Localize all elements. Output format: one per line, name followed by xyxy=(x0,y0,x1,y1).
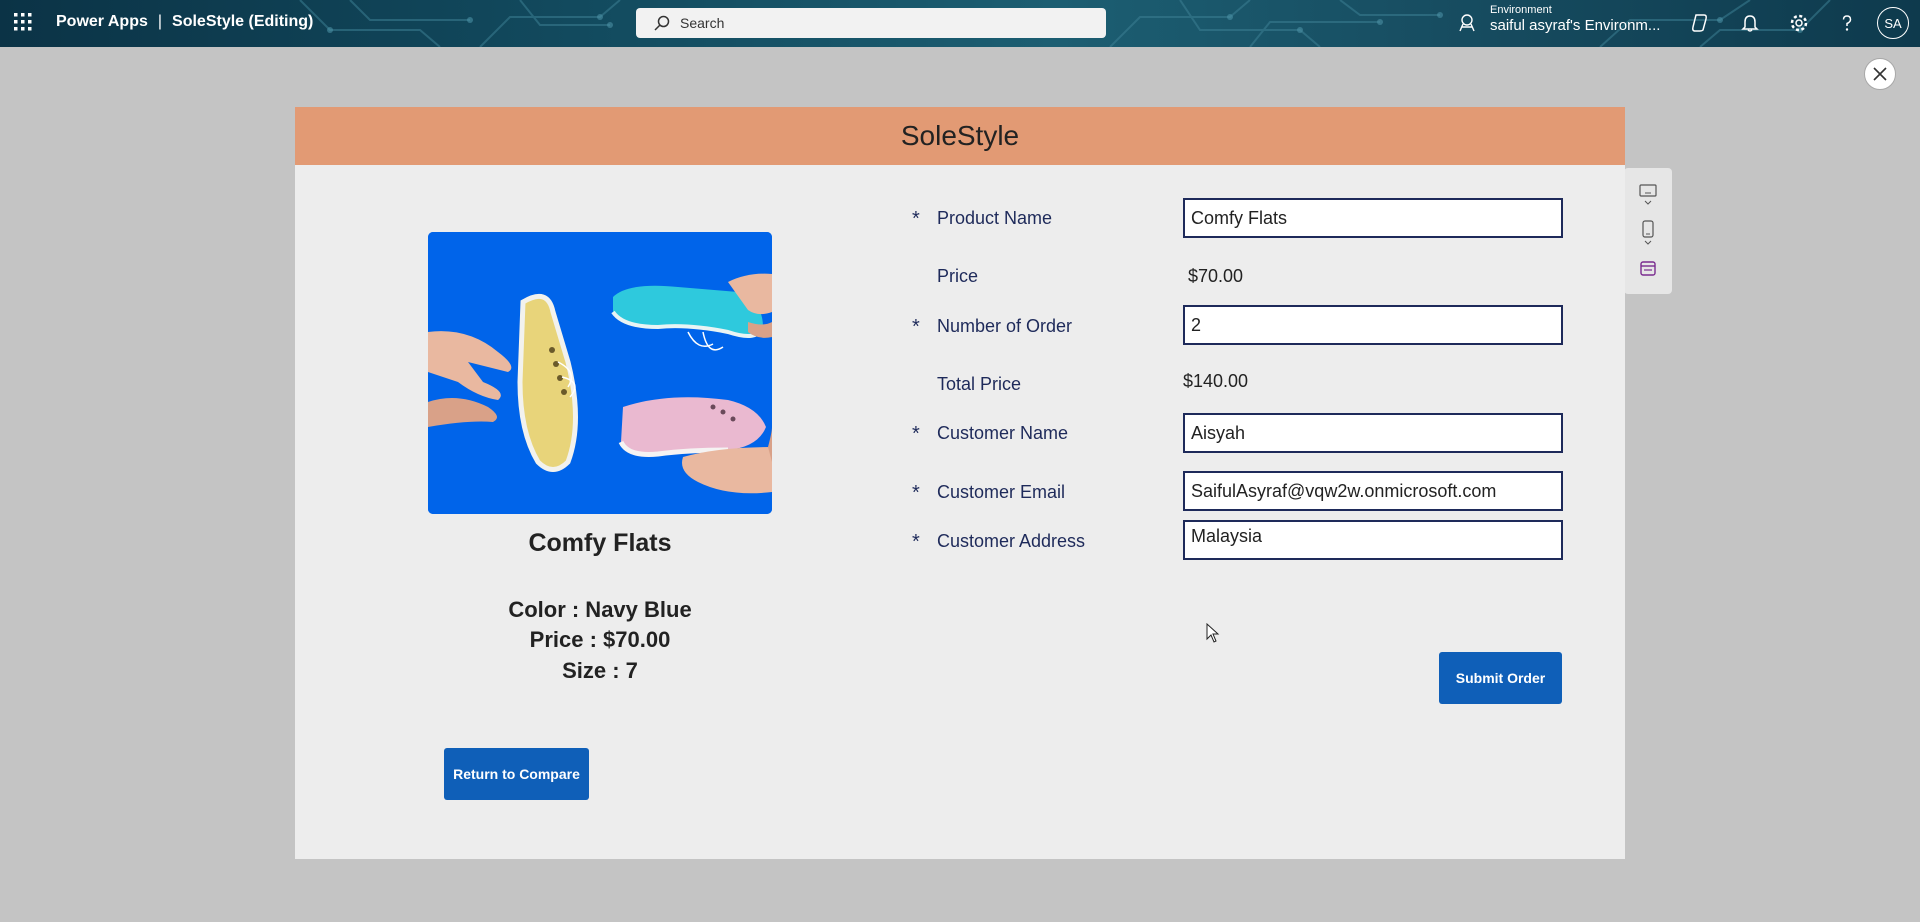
customer-address-label: Customer Address xyxy=(937,531,1086,551)
web-view-icon[interactable] xyxy=(1638,260,1658,278)
required-marker: * xyxy=(912,482,920,504)
settings-icon[interactable] xyxy=(1789,13,1809,33)
required-marker: * xyxy=(912,208,920,230)
notifications-icon[interactable] xyxy=(1740,13,1760,33)
total-price-label: Total Price xyxy=(937,374,1022,394)
order-count-label: Number of Order xyxy=(937,316,1073,336)
product-name-label: Product Name xyxy=(937,208,1053,228)
product-price: Price : $70.00 xyxy=(529,627,671,652)
return-to-compare-button[interactable]: Return to Compare xyxy=(444,748,589,800)
shoes-photo xyxy=(428,232,772,514)
customer-email-field[interactable] xyxy=(1183,471,1563,511)
product-size: Size : 7 xyxy=(562,658,638,683)
customer-name-label: Customer Name xyxy=(937,423,1069,443)
search-box[interactable] xyxy=(636,8,1106,38)
top-bar: Power Apps | SoleStyle (Editing) Environme… xyxy=(0,0,1920,47)
search-input[interactable] xyxy=(678,14,1102,32)
copilot-icon[interactable] xyxy=(1690,13,1710,33)
environment-icon[interactable] xyxy=(1457,13,1477,33)
phone-view-icon[interactable] xyxy=(1638,220,1658,246)
order-count-field[interactable] xyxy=(1183,305,1563,345)
preview-device-toolbar xyxy=(1624,168,1672,294)
product-name: Comfy Flats xyxy=(528,529,672,557)
product-color: Color : Navy Blue xyxy=(508,597,692,622)
close-icon xyxy=(1873,67,1887,81)
submit-order-button[interactable]: Submit Order xyxy=(1439,652,1562,704)
app-header-title: SoleStyle xyxy=(900,120,1020,151)
total-price-value: $140.00 xyxy=(1183,371,1249,391)
price-value: $70.00 xyxy=(1188,266,1244,286)
waffle-icon[interactable] xyxy=(14,13,32,31)
product-name-field[interactable] xyxy=(1183,198,1563,238)
environment-picker[interactable]: Environment saiful asyraf's Environm... xyxy=(1490,4,1660,34)
environment-label: Environment xyxy=(1490,4,1552,16)
close-button[interactable] xyxy=(1864,58,1896,90)
app-header: SoleStyle xyxy=(295,107,1625,165)
avatar[interactable]: SA xyxy=(1877,7,1909,39)
title-separator: | xyxy=(157,13,163,30)
price-label: Price xyxy=(937,266,979,286)
product-image xyxy=(428,232,772,514)
app-title: Power Apps | SoleStyle (Editing) xyxy=(56,13,313,31)
required-marker: * xyxy=(912,531,920,553)
mouse-cursor-icon xyxy=(1206,623,1220,643)
app-editing-title: SoleStyle (Editing) xyxy=(172,13,314,30)
tablet-view-icon[interactable] xyxy=(1638,184,1658,206)
environment-value: saiful asyraf's Environm... xyxy=(1490,16,1661,34)
required-marker: * xyxy=(912,316,920,338)
app-canvas: SoleStyle Comfy Flats Color: Navy Blue … xyxy=(295,107,1625,859)
required-marker: * xyxy=(912,423,920,445)
customer-address-field[interactable]: Malaysia xyxy=(1183,520,1563,560)
product-name-powerapps[interactable]: Power Apps xyxy=(56,13,148,30)
customer-name-field[interactable] xyxy=(1183,413,1563,453)
customer-email-label: Customer Email xyxy=(937,482,1066,502)
search-icon xyxy=(654,15,670,31)
help-icon[interactable] xyxy=(1837,13,1857,33)
